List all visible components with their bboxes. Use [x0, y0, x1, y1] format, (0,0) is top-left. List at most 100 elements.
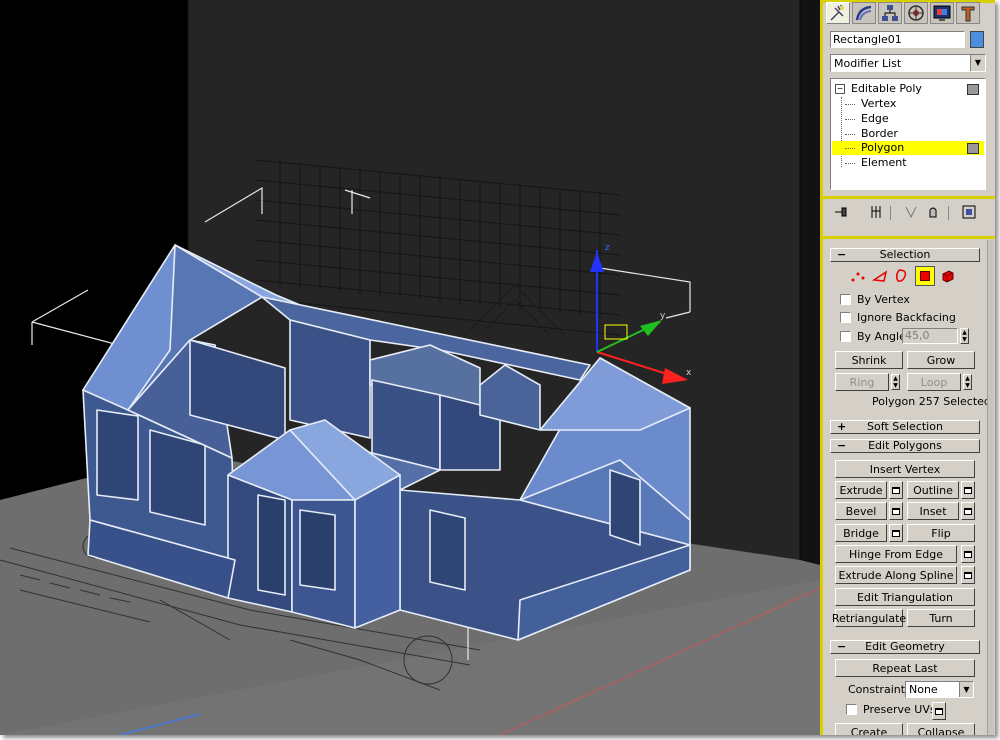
edit-polygons-title: Edit Polygons	[868, 439, 942, 452]
edit-polygons-rollout-header[interactable]: − Edit Polygons	[830, 439, 980, 453]
inset-button[interactable]: Inset	[907, 502, 959, 520]
ring-button[interactable]: Ring	[835, 373, 889, 391]
preserve-uvs-checkbox[interactable]	[846, 704, 857, 715]
pin-stack-icon[interactable]	[834, 205, 848, 222]
panel-scrollbar[interactable]	[987, 240, 994, 735]
hinge-from-edge-button[interactable]: Hinge From Edge	[835, 545, 957, 563]
panel-divider	[822, 196, 995, 199]
make-unique-icon[interactable]	[904, 205, 918, 222]
chevron-down-icon[interactable]: ▼	[970, 55, 985, 71]
modifier-stack: − Editable Poly Vertex Edge Border Polygo…	[830, 78, 986, 190]
ring-spinner-icon[interactable]: ▲ ▼	[891, 374, 900, 390]
perspective-viewport[interactable]: z x y	[0, 0, 820, 735]
app-window: z x y Rectangle01 Modifier List ▼ − Edit…	[0, 0, 995, 735]
extrude-button[interactable]: Extrude	[835, 481, 887, 499]
bevel-button[interactable]: Bevel	[835, 502, 887, 520]
panel-border-left	[820, 0, 823, 735]
repeat-last-button[interactable]: Repeat Last	[835, 659, 975, 677]
vertex-mode-icon[interactable]	[850, 268, 866, 287]
angle-spinner-icon[interactable]: ▲ ▼	[960, 328, 969, 344]
ignore-backfacing-checkbox[interactable]	[840, 312, 851, 323]
by-angle-checkbox[interactable]	[840, 331, 851, 342]
soft-selection-title: Soft Selection	[867, 420, 943, 433]
selection-rollout-header[interactable]: − Selection	[830, 248, 980, 262]
create-tab-icon[interactable]	[826, 2, 850, 24]
remove-modifier-icon[interactable]	[926, 205, 940, 222]
stack-level-element[interactable]: Element	[845, 156, 907, 170]
grow-button[interactable]: Grow	[907, 351, 975, 369]
svg-text:x: x	[686, 368, 692, 378]
constraints-value: None	[909, 683, 938, 696]
stack-root-label: Editable Poly	[851, 82, 922, 95]
extrude-along-spline-settings-icon[interactable]	[961, 566, 975, 584]
shrink-button[interactable]: Shrink	[835, 351, 903, 369]
stack-level-edge[interactable]: Edge	[845, 112, 889, 126]
modifier-list-label: Modifier List	[834, 57, 902, 70]
preserve-uvs-settings-icon[interactable]	[932, 702, 946, 720]
soft-selection-rollout-header[interactable]: + Soft Selection	[830, 420, 980, 434]
stack-tree-line	[841, 97, 842, 167]
ignore-backfacing-label: Ignore Backfacing	[857, 311, 956, 324]
edit-triangulation-button[interactable]: Edit Triangulation	[835, 588, 975, 606]
selection-status: Polygon 257 Selected	[872, 395, 991, 408]
utilities-tab-icon[interactable]	[956, 2, 980, 24]
toolbar-separator	[948, 206, 949, 220]
polygon-level-toggle-icon[interactable]	[967, 143, 979, 154]
stack-level-border[interactable]: Border	[845, 127, 898, 141]
edit-geometry-rollout-header[interactable]: − Edit Geometry	[830, 640, 980, 654]
motion-tab-icon[interactable]	[904, 2, 928, 24]
bridge-button[interactable]: Bridge	[835, 524, 887, 542]
svg-text:y: y	[660, 311, 666, 321]
hierarchy-tab-icon[interactable]	[878, 2, 902, 24]
polygon-mode-icon[interactable]	[915, 266, 935, 286]
create-button[interactable]: Create	[835, 723, 903, 735]
retriangulate-button[interactable]: Retriangulate	[832, 609, 906, 627]
selection-title: Selection	[879, 248, 931, 261]
svg-text:z: z	[605, 243, 610, 253]
bevel-settings-icon[interactable]	[889, 502, 903, 520]
display-tab-icon[interactable]	[930, 2, 954, 24]
stack-level-label: Border	[861, 127, 898, 140]
flip-button[interactable]: Flip	[907, 524, 975, 542]
bridge-settings-icon[interactable]	[889, 524, 903, 542]
stack-level-polygon[interactable]: Polygon	[845, 141, 904, 155]
modify-tab-icon[interactable]	[852, 2, 876, 24]
constraints-dropdown[interactable]: None ▼	[905, 681, 974, 698]
configure-modifier-sets-icon[interactable]	[962, 205, 976, 222]
collapse-icon[interactable]: −	[835, 84, 845, 94]
modifier-list-dropdown[interactable]: Modifier List ▼	[830, 54, 986, 72]
object-name-field[interactable]: Rectangle01	[830, 31, 965, 48]
loop-button[interactable]: Loop	[907, 373, 961, 391]
show-end-result-icon[interactable]	[869, 205, 883, 222]
stack-level-label: Edge	[861, 112, 889, 125]
by-vertex-label: By Vertex	[857, 293, 910, 306]
edge-mode-icon[interactable]	[871, 268, 888, 287]
stack-level-label: Vertex	[861, 97, 897, 110]
outline-settings-icon[interactable]	[961, 481, 975, 499]
stack-root-toggle-icon[interactable]	[967, 84, 979, 95]
chevron-down-icon[interactable]: ▼	[959, 682, 973, 697]
edit-geometry-title: Edit Geometry	[865, 640, 945, 653]
outline-button[interactable]: Outline	[907, 481, 959, 499]
toolbar-separator	[890, 206, 891, 220]
extrude-settings-icon[interactable]	[889, 481, 903, 499]
loop-spinner-icon[interactable]: ▲ ▼	[963, 374, 972, 390]
command-panel: Rectangle01 Modifier List ▼ − Editable Po…	[820, 0, 995, 735]
hinge-settings-icon[interactable]	[961, 545, 975, 563]
stack-level-label: Polygon	[861, 141, 905, 154]
element-mode-icon[interactable]	[940, 268, 956, 287]
preserve-uvs-label: Preserve UVs	[863, 703, 936, 716]
stack-level-vertex[interactable]: Vertex	[845, 97, 896, 111]
by-vertex-checkbox[interactable]	[840, 294, 851, 305]
extrude-along-spline-button[interactable]: Extrude Along Spline	[835, 566, 957, 584]
insert-vertex-button[interactable]: Insert Vertex	[835, 460, 975, 478]
border-mode-icon[interactable]	[894, 268, 910, 287]
stack-level-label: Element	[861, 156, 907, 169]
turn-button[interactable]: Turn	[907, 609, 975, 627]
object-color-swatch[interactable]	[970, 31, 984, 48]
inset-settings-icon[interactable]	[961, 502, 975, 520]
panel-divider	[822, 236, 995, 239]
stack-root-item[interactable]: − Editable Poly	[835, 82, 922, 96]
by-angle-input[interactable]: 45,0	[902, 328, 958, 344]
collapse-button[interactable]: Collapse	[907, 723, 975, 735]
